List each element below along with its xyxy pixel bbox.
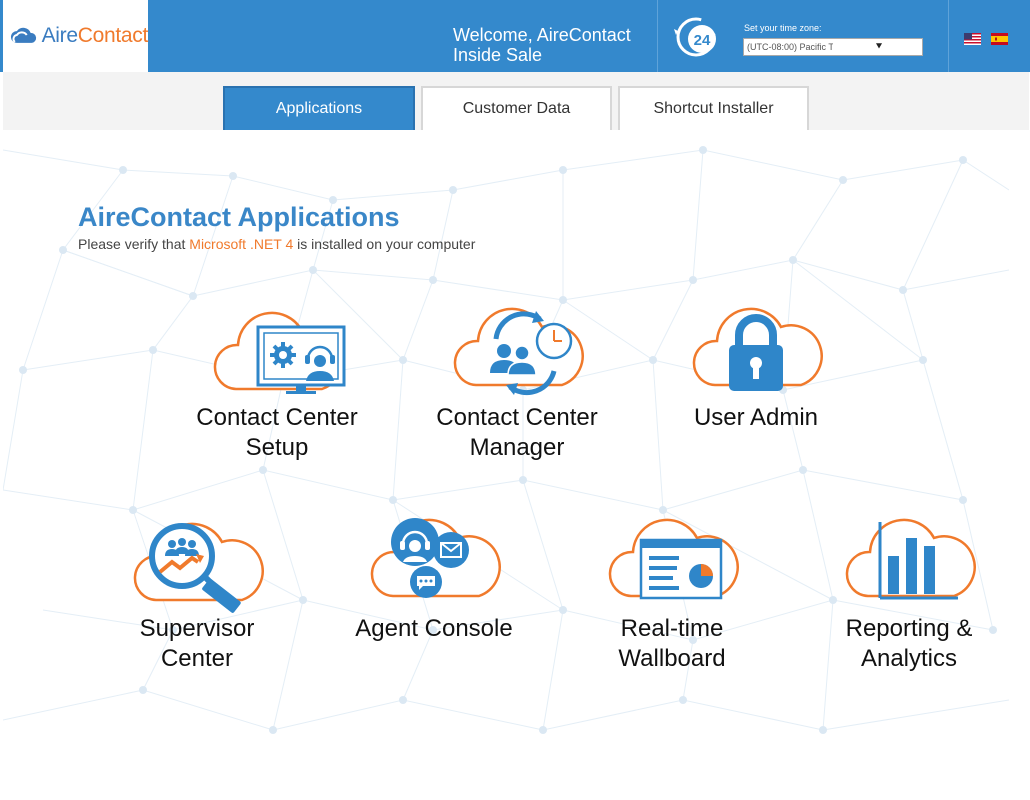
page-title: AireContact Applications — [78, 202, 400, 232]
app-contact-center-manager[interactable]: Contact Center Manager — [417, 305, 617, 463]
tz-icon-text: 24 — [694, 32, 711, 49]
app-supervisor-center[interactable]: Supervisor Center — [97, 516, 297, 674]
app-label: Contact Center — [436, 404, 598, 431]
app-label: Reporting & — [845, 615, 973, 642]
magnifier-team-chart-icon — [133, 522, 264, 613]
top-header: AireContact Welcome, AireContact Inside … — [0, 0, 1030, 72]
app-label: Analytics — [860, 645, 958, 672]
dotnet-requirement-text: Microsoft .NET 4 — [189, 236, 294, 252]
airecontact-logo[interactable]: AireContact — [3, 0, 148, 72]
welcome-line-1: Welcome, AireContact — [453, 25, 631, 45]
app-contact-center-setup[interactable]: Contact Center Setup — [177, 305, 377, 463]
app-label: Setup — [245, 434, 309, 461]
headset-mail-chat-icon — [370, 518, 501, 598]
tab-label: Customer Data — [462, 100, 571, 117]
welcome-message: Welcome, AireContact Inside Sale — [453, 25, 631, 65]
app-agent-console[interactable]: Agent Console — [334, 516, 534, 644]
timezone-selected-value: (UTC-08:00) Pacific Time (US & Ca — [747, 42, 833, 52]
padlock-icon — [692, 307, 823, 391]
users-clock-cycle-icon — [453, 307, 584, 396]
app-label: Wallboard — [618, 645, 726, 672]
logo-text: AireContact — [41, 24, 149, 47]
tab-label: Applications — [275, 100, 363, 117]
tab-label: Shortcut Installer — [653, 100, 774, 117]
monitor-gear-headset-icon — [213, 311, 346, 394]
app-user-admin[interactable]: User Admin — [656, 305, 856, 433]
timezone-label: Set your time zone: — [744, 23, 822, 33]
app-label: Center — [160, 645, 234, 672]
tab-customer-data[interactable]: Customer Data — [421, 86, 612, 130]
header-divider — [948, 0, 949, 72]
cloud-logo-icon — [10, 27, 37, 43]
dashboard-board-icon — [608, 518, 739, 600]
timezone-select[interactable]: (UTC-08:00) Pacific Time (US & Ca ⯆ — [743, 38, 923, 56]
chevron-down-icon: ⯆ — [874, 40, 884, 53]
header-divider — [657, 0, 658, 72]
spain-flag-icon[interactable] — [991, 33, 1008, 45]
app-label: User Admin — [693, 404, 819, 431]
app-label: Real-time — [620, 615, 724, 642]
app-label: Manager — [469, 434, 565, 461]
app-real-time-wallboard[interactable]: Real-time Wallboard — [572, 516, 772, 674]
tab-shortcut-installer[interactable]: Shortcut Installer — [618, 86, 809, 130]
page-subtitle: Please verify that Microsoft .NET 4 is i… — [78, 236, 476, 252]
app-label: Agent Console — [355, 615, 513, 642]
app-label: Contact Center — [196, 404, 358, 431]
tab-applications[interactable]: Applications — [223, 86, 415, 130]
globe-24-clock-icon: 24 — [674, 17, 716, 57]
app-reporting-analytics[interactable]: Reporting & Analytics — [809, 516, 1009, 674]
welcome-line-2: Inside Sale — [453, 45, 543, 65]
us-flag-icon[interactable] — [964, 33, 981, 45]
app-label: Supervisor — [139, 615, 255, 642]
bar-chart-icon — [845, 518, 976, 600]
